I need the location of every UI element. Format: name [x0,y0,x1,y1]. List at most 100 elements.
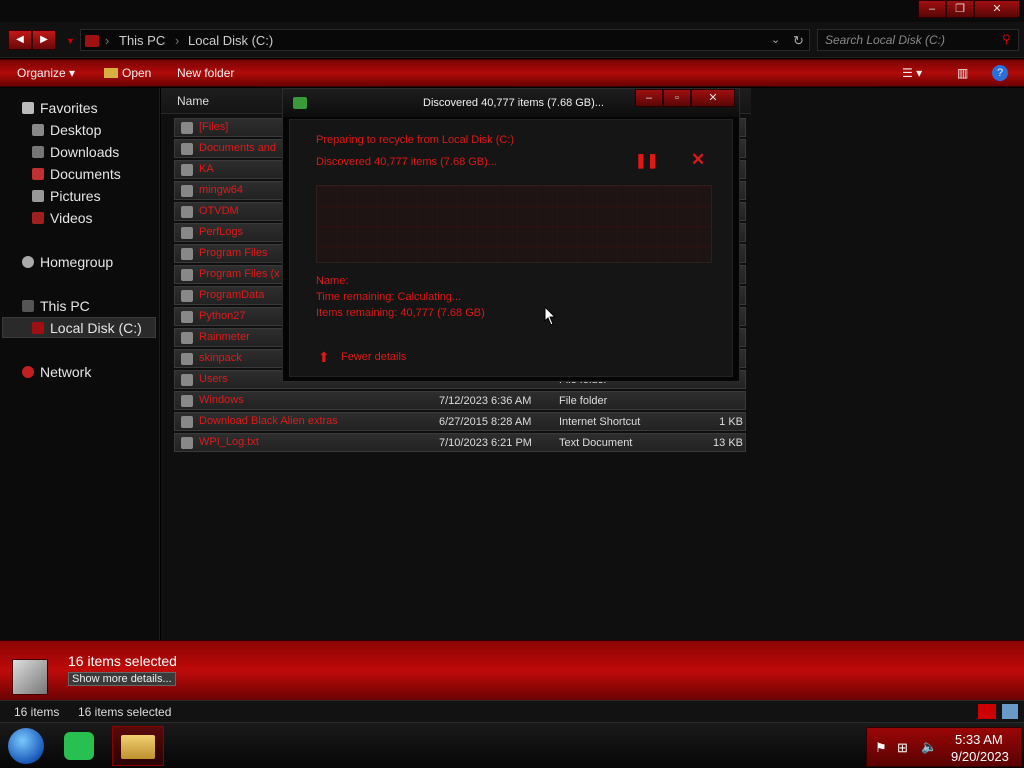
nav-network[interactable]: Network [22,364,91,380]
file-explorer-taskbar-button[interactable] [112,726,164,766]
forward-button[interactable]: ▶ [32,30,56,50]
nav-pictures[interactable]: Pictures [32,188,101,204]
search-input[interactable]: Search Local Disk (C:) [817,29,1019,51]
nav-videos[interactable]: Videos [32,210,93,226]
nav-downloads[interactable]: Downloads [32,144,119,160]
drive-icon [32,322,44,334]
star-icon [22,102,34,114]
file-name: Program Files [199,247,268,259]
nav-homegroup-label: Homegroup [40,254,114,270]
chat-app-icon[interactable] [64,732,94,760]
file-name: Users [199,373,228,385]
file-date: 7/12/2023 6:36 AM [439,395,532,407]
minimize-button[interactable]: – [918,0,946,18]
show-more-details-button[interactable]: Show more details... [68,672,176,686]
file-size: 13 KB [713,437,743,449]
recent-locations-icon[interactable]: ▼ [66,36,75,46]
details-pane: 16 items selected Show more details... [0,640,1024,700]
nav-network-label: Network [40,364,92,380]
file-icon [181,416,193,428]
delete-progress-dialog: Discovered 40,777 items (7.68 GB)... – ▫… [282,88,740,382]
file-row[interactable]: WPI_Log.txt 7/10/2023 6:21 PM Text Documen… [174,433,746,452]
pause-icon[interactable]: ❚❚ [635,152,658,169]
dialog-maximize-button[interactable]: ▫ [663,89,691,107]
file-date: 7/10/2023 6:21 PM [439,437,532,449]
network-icon [22,366,34,378]
nav-desktop[interactable]: Desktop [32,122,101,138]
nav-homegroup[interactable]: Homegroup [22,254,113,270]
file-icon [181,185,193,197]
status-selected: 16 items selected [78,705,172,719]
nav-this-pc[interactable]: This PC [22,298,90,314]
file-row[interactable]: Windows 7/12/2023 6:36 AM File folder [174,391,746,410]
file-type: Text Document [559,437,633,449]
folder-icon [121,735,155,759]
file-row[interactable]: Download Black Alien extras 6/27/2015 8:2… [174,412,746,431]
flag-icon[interactable]: ⚑ [875,740,887,756]
file-icon [181,332,193,344]
close-button[interactable]: ✕ [974,0,1020,18]
dialog-body: Preparing to recycle from Local Disk (C:… [289,119,733,377]
dialog-title-bar: Discovered 40,777 items (7.68 GB)... – ▫… [283,89,739,117]
arrow-up-icon: ⬆ [318,349,330,365]
download-icon [32,146,44,158]
file-name: Windows [199,394,244,406]
file-icon [181,248,193,260]
file-name: Documents and [199,142,277,154]
file-icon [181,269,193,281]
dialog-close-button[interactable]: ✕ [691,89,735,107]
refresh-icon[interactable]: ↻ [793,33,804,49]
name-label: Name: [316,275,349,287]
new-folder-button[interactable]: New folder [177,66,234,80]
close-icon[interactable]: ✕ [691,150,705,170]
file-name: Download Black Alien extras [199,415,338,427]
preview-pane-icon[interactable]: ▥ [957,66,968,80]
file-icon [181,206,193,218]
computer-icon [22,300,34,312]
file-icon [181,143,193,155]
nav-local-disk[interactable]: Local Disk (C:) [32,320,142,336]
breadcrumb-local-disk[interactable]: Local Disk (C:) [188,33,273,48]
file-size: 1 KB [719,416,743,428]
back-button[interactable]: ◀ [8,30,32,50]
start-button[interactable] [8,728,44,764]
nav-favorites[interactable]: Favorites [22,100,98,116]
nav-downloads-label: Downloads [50,144,120,160]
selected-count: 16 items selected [68,653,177,669]
item-count: 16 items [14,705,60,719]
discovered-text: Discovered 40,777 items (7.68 GB)... [316,156,497,168]
column-name-header[interactable]: Name [177,94,209,108]
details-view-icon[interactable] [978,704,996,719]
homegroup-icon [22,256,34,268]
fewer-details-button[interactable]: Fewer details [341,351,406,363]
file-icon [181,374,193,386]
clock-date[interactable]: 9/20/2023 [951,749,1009,764]
volume-icon[interactable]: 🔈 [921,739,937,755]
status-bar: 16 items 16 items selected [0,700,1024,722]
file-icon [181,311,193,323]
organize-button[interactable]: Organize ▾ [17,66,75,80]
dialog-minimize-button[interactable]: – [635,89,663,107]
search-icon[interactable]: ⚲ [1002,32,1011,46]
help-icon[interactable]: ? [992,65,1008,81]
desktop-icon [32,124,44,136]
clock-time[interactable]: 5:33 AM [955,732,1003,747]
address-bar-area: ◀ ▶ ▼ › This PC › Local Disk (C:) ⌄ ↻ Se… [0,22,1024,58]
address-box[interactable]: › This PC › Local Disk (C:) ⌄ ↻ [80,29,810,51]
view-options-icon[interactable]: ☰ ▾ [902,66,922,80]
maximize-button[interactable]: ❐ [946,0,974,18]
file-name: Python27 [199,310,246,322]
system-tray: ⚑ ⊞ 🔈 5:33 AM 9/20/2023 [866,727,1022,767]
open-button[interactable]: Open [104,66,151,80]
thumbnail-view-icon[interactable] [1002,704,1018,719]
network-tray-icon[interactable]: ⊞ [897,740,908,756]
dropdown-icon[interactable]: ⌄ [771,33,780,46]
breadcrumb-this-pc[interactable]: This PC [119,33,165,48]
file-type: File folder [559,395,608,407]
recycle-icon [293,97,307,109]
file-name: PerfLogs [199,226,244,238]
organize-label: Organize [17,66,66,80]
file-type: Internet Shortcut [559,416,641,428]
file-icon [181,164,193,176]
nav-documents[interactable]: Documents [32,166,121,182]
